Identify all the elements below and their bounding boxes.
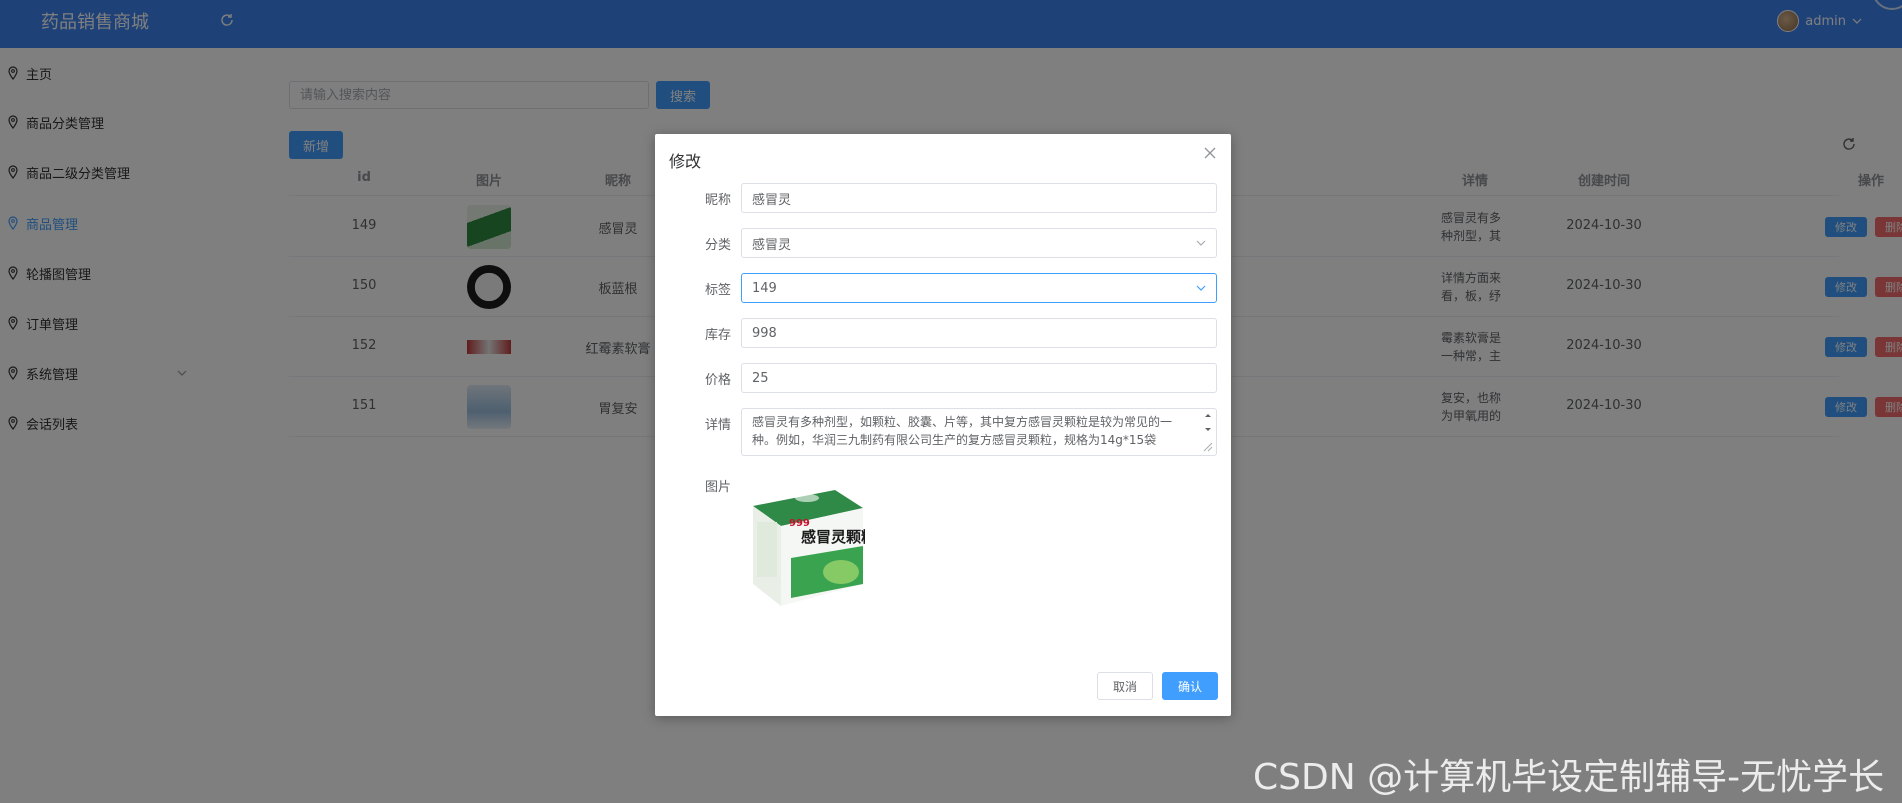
price-field[interactable]: 25 <box>741 363 1217 393</box>
watermark: CSDN @计算机毕设定制辅导-无忧学长 <box>1253 757 1885 798</box>
cancel-button[interactable]: 取消 <box>1097 672 1153 700</box>
category-label: 分类 <box>704 238 731 253</box>
name-label: 昵称 <box>704 193 731 208</box>
tag-value: 149 <box>752 280 777 296</box>
detail-text: 感冒灵有多种剂型，如颗粒、胶囊、片等，其中复方感冒灵颗粒是较为常见的一种。例如，… <box>752 415 1173 447</box>
product-image[interactable]: 999 感冒灵颗粒 <box>745 484 865 609</box>
chevron-down-icon <box>1196 285 1206 291</box>
image-label: 图片 <box>704 480 731 495</box>
dialog-title: 修改 <box>669 152 702 171</box>
chevron-down-icon <box>1196 240 1206 246</box>
edit-dialog: 修改 昵称 感冒灵 分类 感冒灵 标签 149 库存 998 价格 25 详情 … <box>655 134 1231 716</box>
category-select[interactable]: 感冒灵 <box>741 228 1217 258</box>
product-image-text: 感冒灵颗粒 <box>801 528 865 546</box>
category-value: 感冒灵 <box>752 237 792 253</box>
price-label: 价格 <box>704 373 731 388</box>
detail-textarea[interactable]: 感冒灵有多种剂型，如颗粒、胶囊、片等，其中复方感冒灵颗粒是较为常见的一种。例如，… <box>741 408 1217 456</box>
detail-label: 详情 <box>704 418 731 433</box>
tag-select[interactable]: 149 <box>741 273 1217 303</box>
stock-label: 库存 <box>704 328 731 343</box>
name-field[interactable]: 感冒灵 <box>741 183 1217 213</box>
tag-label: 标签 <box>704 283 731 298</box>
scrollbar[interactable] <box>1202 411 1214 453</box>
close-icon[interactable] <box>1203 146 1217 160</box>
confirm-button[interactable]: 确认 <box>1162 672 1218 700</box>
stock-field[interactable]: 998 <box>741 318 1217 348</box>
